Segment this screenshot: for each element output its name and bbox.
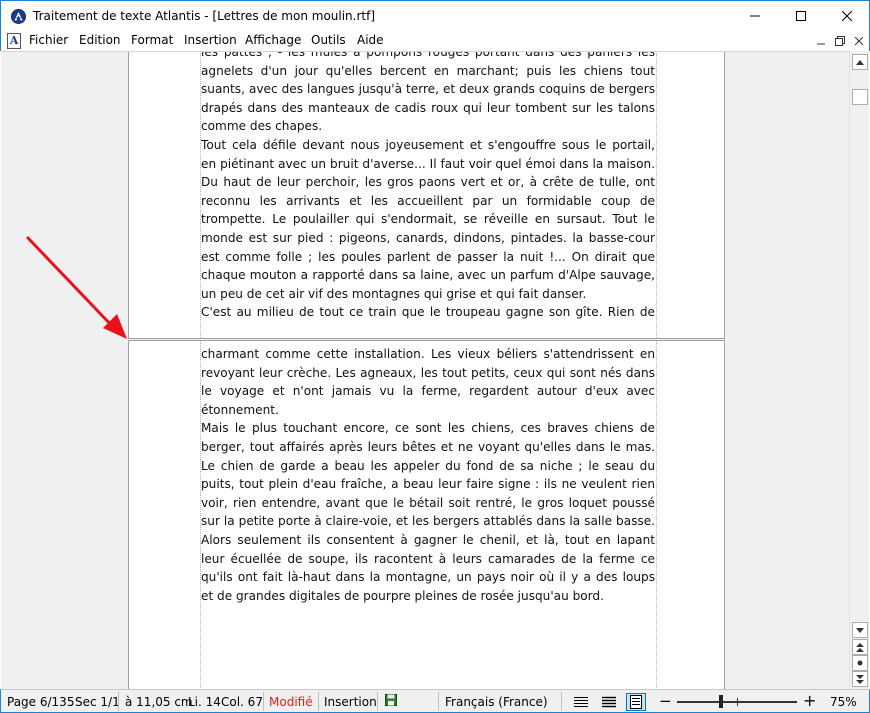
vertical-scrollbar[interactable] — [849, 51, 869, 689]
text-line[interactable]: étonnement. — [201, 401, 655, 420]
menu-edition[interactable]: Edition — [79, 33, 121, 47]
maximize-button[interactable] — [778, 1, 824, 31]
text-line[interactable]: le voyage et n'ont jamais vu la ferme, r… — [201, 382, 655, 401]
mdi-restore-button[interactable] — [833, 34, 847, 48]
zoom-level[interactable]: 75% — [830, 695, 857, 709]
status-column: Col. 67 — [221, 695, 263, 709]
menu-insertion[interactable]: Insertion — [184, 33, 237, 47]
menu-aide[interactable]: Aide — [357, 33, 384, 47]
scroll-down-button[interactable] — [852, 622, 868, 638]
text-line[interactable]: en piétinant avec un bruit d'averse... I… — [201, 155, 655, 174]
menu-bar: A Fichier Edition Format Insertion Affic… — [0, 31, 870, 51]
minimize-button[interactable] — [732, 1, 778, 31]
text-line[interactable]: sur la petite porte à claire-voie, et le… — [201, 512, 655, 531]
scroll-thumb[interactable] — [852, 89, 868, 105]
next-page-button[interactable] — [852, 671, 868, 687]
text-line[interactable]: qu'ils ont fait là-haut dans la montagne… — [201, 568, 655, 587]
zoom-out-button[interactable]: − — [659, 692, 672, 710]
view-normal-button[interactable] — [571, 693, 591, 711]
zoom-in-button[interactable]: + — [803, 691, 816, 710]
atlantis-app-icon[interactable] — [11, 9, 26, 24]
status-line: Li. 14 — [188, 695, 221, 709]
page-7[interactable]: charmant comme cette installation. Les v… — [128, 340, 725, 689]
minimize-icon — [750, 15, 760, 17]
zoom-slider-thumb[interactable] — [719, 695, 724, 708]
view-wide-button[interactable] — [599, 693, 619, 711]
page-7-text[interactable]: charmant comme cette installation. Les v… — [201, 345, 655, 605]
text-line[interactable]: Mais le plus touchant encore, ce sont le… — [201, 419, 655, 438]
menu-fichier[interactable]: Fichier — [29, 33, 68, 47]
text-line[interactable]: agnelets d'un jour qu'elles bercent en m… — [201, 62, 655, 81]
status-page[interactable]: Page 6/135 — [7, 695, 74, 709]
dot-icon — [857, 660, 863, 666]
close-icon — [855, 37, 863, 45]
text-line[interactable]: est comme folle ; les poules parlent de … — [201, 248, 655, 267]
text-line[interactable]: et de grandes digitales de pourpre plein… — [201, 587, 655, 606]
status-mode[interactable]: Insertion — [324, 695, 377, 709]
text-line[interactable]: Du haut de leur perchoir, les gros paons… — [201, 173, 655, 192]
close-button[interactable] — [824, 1, 870, 31]
status-language[interactable]: Français (France) — [445, 695, 548, 709]
right-margin-guide — [656, 341, 657, 689]
status-position: à 11,05 cm — [125, 695, 193, 709]
double-up-icon — [856, 642, 864, 652]
zoom-slider-tick — [737, 698, 738, 706]
arrow-down-icon — [856, 627, 864, 633]
right-margin-guide — [656, 52, 657, 338]
text-line[interactable]: puits, tout plein d'eau fraîche, a beau … — [201, 475, 655, 494]
text-line[interactable]: Le chien de garde a beau les appeler du … — [201, 457, 655, 476]
text-line[interactable]: Alors seulement ils consentent à gagner … — [201, 531, 655, 550]
mdi-minimize-button[interactable] — [814, 34, 828, 48]
justify-icon — [602, 696, 616, 708]
text-line[interactable]: suants, avec des langues jusqu'à terre, … — [201, 80, 655, 99]
title-bar: Traitement de texte Atlantis - [Lettres … — [0, 0, 870, 31]
mdi-close-button[interactable] — [852, 34, 866, 48]
text-line[interactable]: trompette. Le poulailler qui s'endormait… — [201, 210, 655, 229]
status-separator — [263, 692, 264, 711]
text-line[interactable]: voir, rien entendre, avant que le bétail… — [201, 494, 655, 513]
restore-icon — [835, 36, 845, 46]
arrow-up-icon — [856, 59, 864, 65]
page-6-text[interactable]: les pattes ; - les mules à pompons rouge… — [201, 52, 655, 322]
maximize-icon — [796, 11, 806, 21]
menu-affichage[interactable]: Affichage — [245, 33, 301, 47]
window-title: Traitement de texte Atlantis - [Lettres … — [33, 9, 376, 23]
text-line[interactable]: chaque mouton a rapporté dans sa laine, … — [201, 266, 655, 285]
align-left-icon — [574, 697, 588, 707]
text-line[interactable]: revoyant leur crèche. Les agneaux, les t… — [201, 364, 655, 383]
text-line[interactable]: les pattes ; - les mules à pompons rouge… — [201, 52, 655, 62]
text-line[interactable]: un peu de cet air vif des montagnes qui … — [201, 285, 655, 304]
status-modified: Modifié — [269, 695, 313, 709]
menu-format[interactable]: Format — [131, 33, 173, 47]
menu-outils[interactable]: Outils — [311, 33, 346, 47]
page-6[interactable]: les pattes ; - les mules à pompons rouge… — [128, 52, 725, 339]
text-line[interactable]: charmant comme cette installation. Les v… — [201, 345, 655, 364]
status-separator — [561, 692, 562, 711]
previous-page-button[interactable] — [852, 639, 868, 655]
text-line[interactable]: C'est au milieu de tout ce train que le … — [201, 303, 655, 322]
status-separator — [438, 692, 439, 711]
page-layout-icon — [630, 695, 642, 709]
status-separator — [118, 692, 119, 711]
status-separator — [318, 692, 319, 711]
view-page-button[interactable] — [626, 693, 646, 711]
text-line[interactable]: leur écuellée de soupe, ils racontent à … — [201, 550, 655, 569]
document-icon[interactable]: A — [7, 33, 21, 49]
status-bar: Page 6/135 Sec 1/1 à 11,05 cm Li. 14 Col… — [0, 689, 870, 713]
document-workspace[interactable]: les pattes ; - les mules à pompons rouge… — [1, 51, 849, 689]
status-section: Sec 1/1 — [75, 695, 120, 709]
save-icon[interactable] — [385, 694, 397, 709]
text-line[interactable]: comme des chapes. — [201, 117, 655, 136]
close-icon — [842, 11, 852, 21]
scroll-up-button[interactable] — [852, 54, 868, 70]
text-line[interactable]: monde est sur pied : pigeons, canards, d… — [201, 229, 655, 248]
text-line[interactable]: Tout cela défile devant nous joyeusement… — [201, 136, 655, 155]
double-down-icon — [856, 674, 864, 684]
text-line[interactable]: berger, tout affairés après leurs bêtes … — [201, 438, 655, 457]
status-separator — [377, 692, 378, 711]
minimize-icon — [817, 43, 825, 45]
browse-object-button[interactable] — [852, 655, 868, 671]
text-line[interactable]: reconnu les arrivants et les accueillent… — [201, 192, 655, 211]
text-line[interactable]: drapés dans des manteaux de cadis roux q… — [201, 99, 655, 118]
